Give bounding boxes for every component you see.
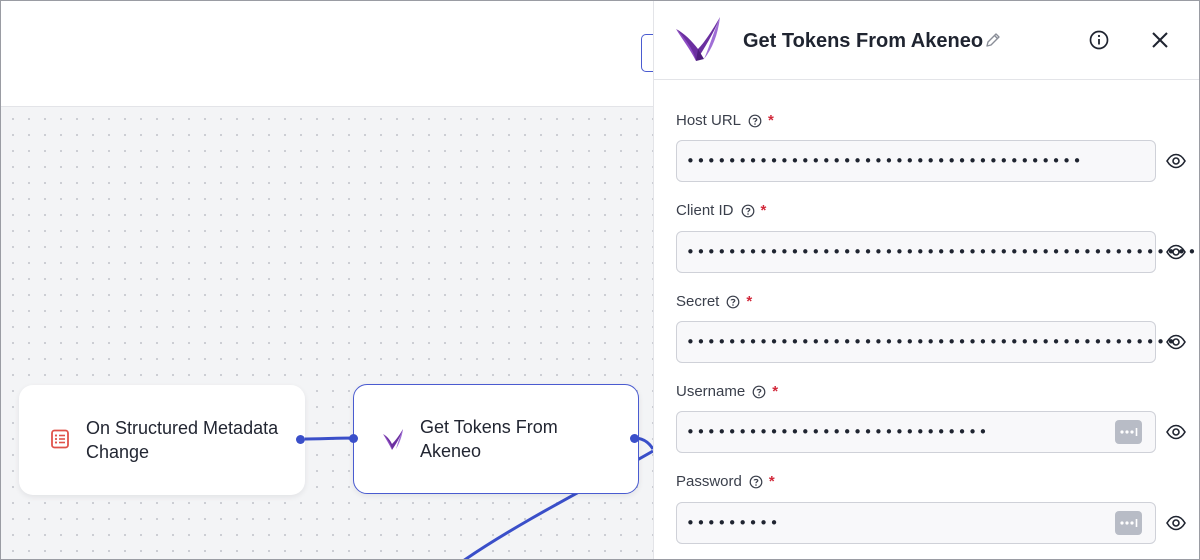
help-icon[interactable] <box>748 114 762 128</box>
password-value: ••••••••• <box>686 514 781 532</box>
workflow-toolbar <box>1 1 661 107</box>
field-label-secret: Secret * <box>676 292 752 312</box>
password-input[interactable]: ••••••••• <box>676 502 1156 544</box>
required-marker: * <box>772 383 779 400</box>
field-label-host-url: Host URL * <box>676 111 774 131</box>
panel-title: Get Tokens From Akeneo <box>743 30 984 52</box>
node-get-tokens-from-akeneo[interactable]: Get Tokens From Akeneo <box>349 384 639 494</box>
akeneo-logo-icon <box>672 13 724 65</box>
help-icon[interactable] <box>726 295 740 309</box>
field-label-text: Password <box>676 473 742 490</box>
required-marker: * <box>760 202 767 219</box>
app-window: On Structured Metadata Change Get Tokens… <box>0 0 1200 560</box>
field-label-text: Host URL <box>676 112 742 129</box>
node-config-panel: Get Tokens From Akeneo Host URL * ••••••… <box>653 1 1199 559</box>
pencil-icon[interactable] <box>983 30 1003 50</box>
required-marker: * <box>768 112 774 129</box>
eye-icon[interactable] <box>1165 241 1187 263</box>
eye-icon[interactable] <box>1165 421 1187 443</box>
secret-value: ••••••••••••••••••••••••••••••••••••••••… <box>686 333 1178 351</box>
help-icon[interactable] <box>749 475 763 489</box>
username-value: ••••••••••••••••••••••••••••• <box>686 423 989 441</box>
help-icon[interactable] <box>752 385 766 399</box>
field-label-text: Client ID <box>676 202 734 219</box>
host-url-value: •••••••••••••••••••••••••••••••••••••• <box>686 152 1084 170</box>
field-label-text: Secret <box>676 293 720 310</box>
required-marker: * <box>746 293 753 310</box>
password-manager-icon[interactable] <box>1115 420 1142 444</box>
input-port[interactable] <box>349 434 358 443</box>
eye-icon[interactable] <box>1165 512 1187 534</box>
client-id-value: ••••••••••••••••••••••••••••••••••••••••… <box>686 243 1198 261</box>
output-port[interactable] <box>296 435 305 444</box>
client-id-input[interactable]: ••••••••••••••••••••••••••••••••••••••••… <box>676 231 1196 273</box>
eye-icon[interactable] <box>1165 150 1187 172</box>
close-icon[interactable] <box>1148 28 1172 52</box>
info-icon[interactable] <box>1088 29 1110 51</box>
node-label: On Structured Metadata Change <box>86 418 279 462</box>
password-manager-icon[interactable] <box>1115 511 1142 535</box>
node-label: Get Tokens From Akeneo <box>420 417 558 461</box>
output-port[interactable] <box>630 434 639 443</box>
secret-input[interactable]: ••••••••••••••••••••••••••••••••••••••••… <box>676 321 1175 363</box>
structured-metadata-icon <box>49 428 71 450</box>
username-input[interactable]: ••••••••••••••••••••••••••••• <box>676 411 1156 453</box>
field-label-password: Password * <box>676 472 775 492</box>
required-marker: * <box>768 473 775 490</box>
akeneo-logo-icon <box>380 427 406 453</box>
field-label-text: Username <box>676 383 746 400</box>
node-on-structured-metadata-change[interactable]: On Structured Metadata Change <box>19 385 305 495</box>
host-url-input[interactable]: •••••••••••••••••••••••••••••••••••••• <box>676 140 1156 182</box>
field-label-username: Username * <box>676 382 778 402</box>
field-label-client-id: Client ID * <box>676 201 766 221</box>
eye-icon[interactable] <box>1165 331 1187 353</box>
help-icon[interactable] <box>741 204 755 218</box>
panel-header: Get Tokens From Akeneo <box>654 1 1199 80</box>
